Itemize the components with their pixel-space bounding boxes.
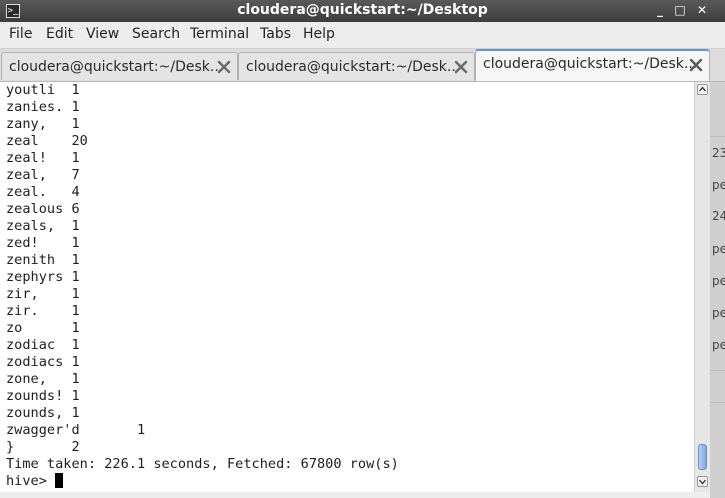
chevron-down-icon — [699, 479, 706, 485]
divider — [710, 402, 725, 403]
output-line: zounds! 1 — [6, 388, 80, 404]
terminal-window: >_ cloudera@quickstart:~/Desktop _ □ ✕ F… — [0, 0, 725, 498]
menu-edit[interactable]: Edit — [46, 26, 73, 42]
output-line: zealous 6 — [6, 201, 80, 217]
output-line: youtli 1 — [6, 82, 80, 98]
prompt-line[interactable]: hive> — [6, 473, 64, 490]
tab-3-active[interactable]: cloudera@quickstart:~/Desk... — [475, 49, 710, 81]
output-line: zany, 1 — [6, 116, 80, 132]
scroll-up-button[interactable] — [697, 84, 708, 95]
tab-label: cloudera@quickstart:~/Desk... — [246, 59, 461, 75]
maximize-button[interactable]: □ — [672, 2, 688, 18]
title-bar[interactable]: >_ cloudera@quickstart:~/Desktop _ □ ✕ — [0, 0, 725, 22]
window-bottom-border — [0, 492, 710, 498]
status-line: Time taken: 226.1 seconds, Fetched: 6780… — [6, 456, 399, 472]
background-text: 23 — [712, 146, 725, 160]
output-line: zir, 1 — [6, 286, 80, 302]
output-line: zed! 1 — [6, 235, 80, 251]
tab-2[interactable]: cloudera@quickstart:~/Desk... — [238, 52, 475, 80]
output-line: zeal. 4 — [6, 184, 80, 200]
tab-close-icon[interactable] — [454, 60, 468, 74]
output-line: zanies. 1 — [6, 99, 80, 115]
output-line: zounds, 1 — [6, 405, 80, 421]
menu-file[interactable]: File — [9, 26, 32, 42]
tab-label: cloudera@quickstart:~/Desk... — [9, 59, 224, 75]
output-line: zodiac 1 — [6, 337, 80, 353]
tab-close-icon[interactable] — [689, 58, 703, 72]
background-text: pe — [712, 178, 725, 192]
background-text: pe — [712, 242, 725, 256]
background-window-edge — [710, 82, 725, 498]
background-text: pe — [712, 306, 725, 320]
output-line: zodiacs 1 — [6, 354, 80, 370]
scroll-down-button[interactable] — [697, 476, 708, 487]
output-line: zeal! 1 — [6, 150, 80, 166]
output-line: zeal 20 — [6, 133, 88, 149]
menu-view[interactable]: View — [86, 26, 119, 42]
close-window-button[interactable]: ✕ — [694, 2, 710, 18]
tab-bar: cloudera@quickstart:~/Desk... cloudera@q… — [0, 49, 725, 82]
output-line: zo 1 — [6, 320, 80, 336]
output-line: } 2 — [6, 439, 80, 455]
menu-tabs[interactable]: Tabs — [260, 26, 291, 42]
background-text: pe — [712, 274, 725, 288]
chevron-up-icon — [699, 86, 706, 92]
divider — [710, 136, 725, 137]
background-text: 24 — [712, 209, 725, 223]
divider — [710, 370, 725, 371]
tab-label: cloudera@quickstart:~/Desk... — [483, 56, 698, 72]
window-title: cloudera@quickstart:~/Desktop — [237, 2, 488, 18]
terminal-output[interactable]: youtli 1 zanies. 1 zany, 1 zeal 20 zeal!… — [0, 82, 694, 492]
vertical-scrollbar[interactable] — [694, 82, 710, 492]
menu-search[interactable]: Search — [132, 26, 180, 42]
menu-help[interactable]: Help — [303, 26, 335, 42]
output-line: zeal, 7 — [6, 167, 80, 183]
tab-1[interactable]: cloudera@quickstart:~/Desk... — [1, 52, 238, 80]
output-line: zephyrs 1 — [6, 269, 80, 285]
output-line: zenith 1 — [6, 252, 80, 268]
background-text: pe — [712, 338, 725, 352]
output-line: zeals, 1 — [6, 218, 80, 234]
output-line: zir. 1 — [6, 303, 80, 319]
minimize-button[interactable]: _ — [652, 2, 668, 18]
scroll-thumb[interactable] — [698, 444, 707, 470]
text-cursor — [55, 473, 64, 488]
hive-prompt: hive> — [6, 473, 56, 489]
tab-close-icon[interactable] — [217, 60, 231, 74]
menu-terminal[interactable]: Terminal — [190, 26, 249, 42]
output-line: zwagger'd 1 — [6, 422, 146, 438]
menu-bar: File Edit View Search Terminal Tabs Help — [0, 22, 725, 49]
output-line: zone, 1 — [6, 371, 80, 387]
